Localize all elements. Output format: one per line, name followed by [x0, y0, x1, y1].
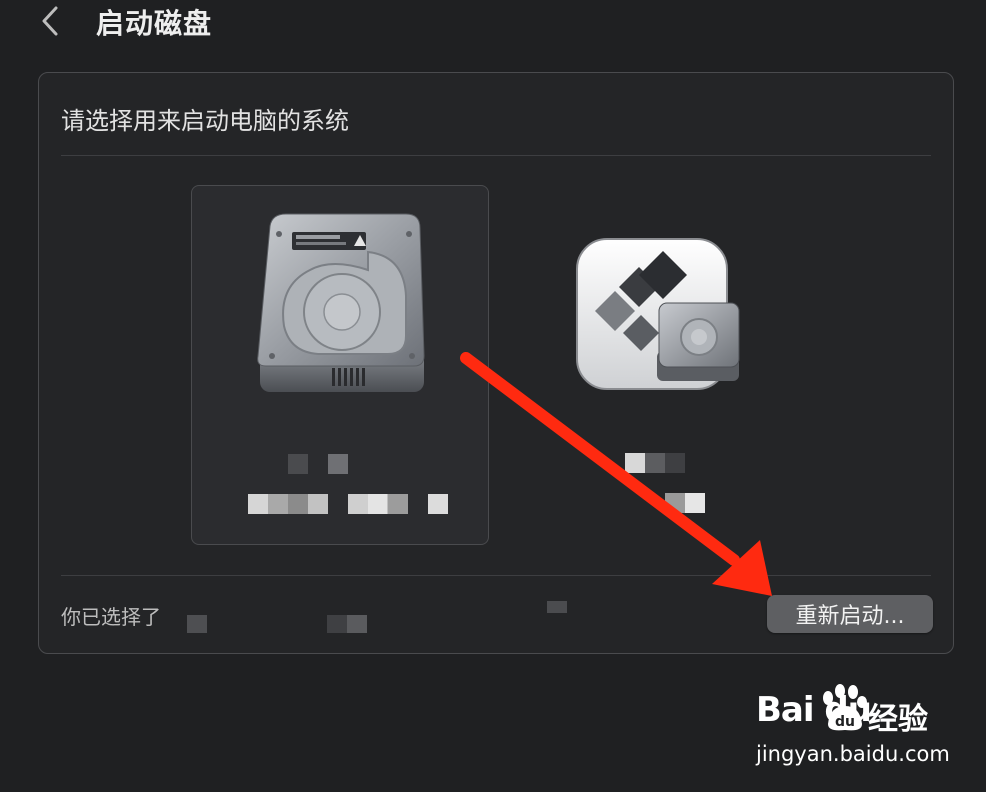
selected-disk-redacted [547, 601, 567, 613]
selected-disk-redacted [327, 615, 367, 633]
disk-option-internal[interactable] [191, 185, 489, 545]
disk-volume-redacted [428, 494, 448, 514]
disk-name-redacted [288, 454, 308, 474]
selected-disk-redacted [187, 615, 207, 633]
disk-volume-redacted [665, 493, 705, 513]
svg-text:du: du [835, 714, 855, 730]
watermark-site: jingyan.baidu.com [756, 742, 950, 766]
back-button[interactable] [36, 4, 64, 38]
bootcamp-windows-drive-icon [576, 238, 740, 390]
selected-disk-label: 你已选择了 [61, 605, 161, 629]
divider-top [61, 155, 931, 156]
internal-hard-drive-icon [257, 213, 425, 392]
chevron-left-icon [42, 6, 58, 36]
jingyan-brand: 经验 [868, 702, 928, 737]
disk-name-redacted [645, 453, 685, 473]
prompt-text: 请选择用来启动电脑的系统 [61, 107, 349, 135]
disk-name-redacted [625, 453, 645, 473]
startup-disk-panel: 请选择用来启动电脑的系统 你已选择了 重新启动... [38, 72, 954, 654]
paw-icon: du [823, 684, 867, 731]
disk-name-redacted [328, 454, 348, 474]
disk-volume-redacted [248, 494, 328, 514]
disk-volume-redacted [348, 494, 408, 514]
disk-option-bootcamp[interactable] [559, 185, 797, 545]
baidu-jingyan-watermark: Bai du du 经验 jingyan.baidu.com [756, 684, 956, 774]
divider-bottom [61, 575, 931, 576]
restart-button[interactable]: 重新启动... [767, 595, 933, 633]
page-title: 启动磁盘 [96, 7, 213, 40]
